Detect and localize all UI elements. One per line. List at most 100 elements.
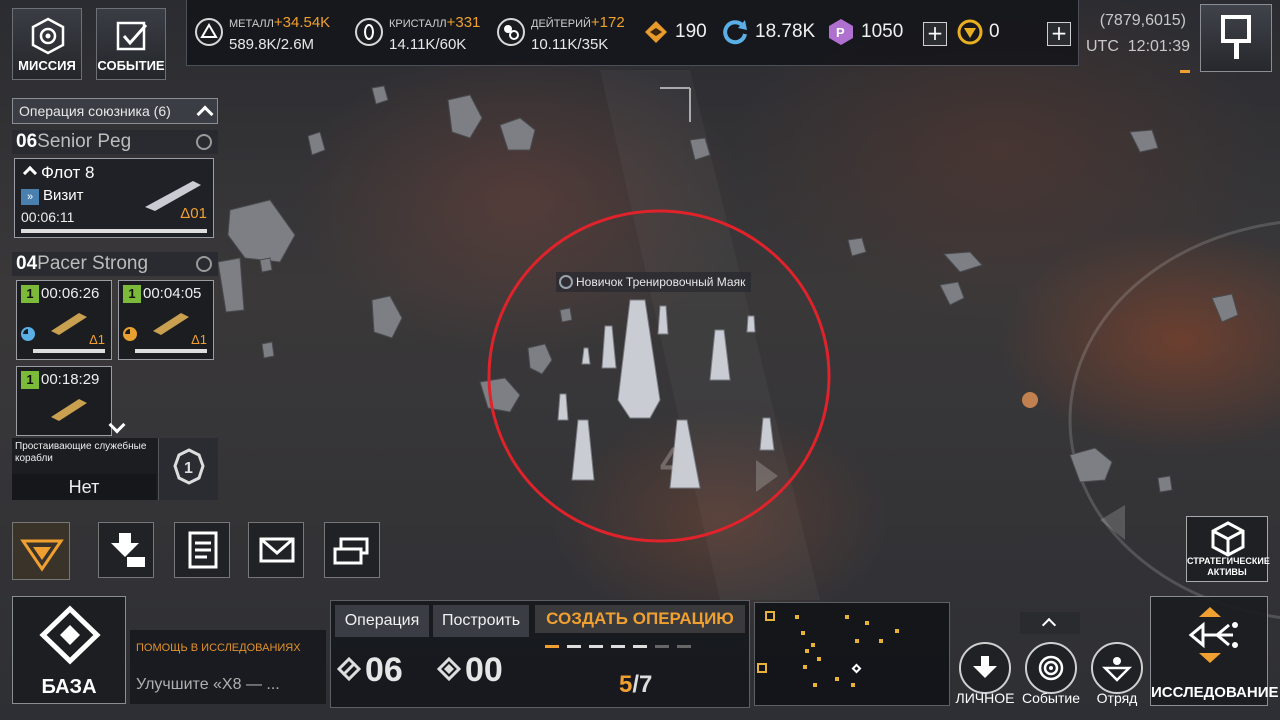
slot1-badge-icon: 1: [21, 285, 39, 304]
transfer-button[interactable]: [98, 522, 154, 578]
event-map-button[interactable]: Событие: [1018, 642, 1084, 706]
collapse-chevron-icon: [196, 105, 214, 123]
crystal-icon: [355, 18, 383, 46]
deuterium-income: +172: [590, 14, 625, 31]
event-button[interactable]: СОБЫТИЕ: [96, 8, 166, 80]
beacon-icon: [559, 275, 573, 289]
slot2-pie-icon: [123, 327, 137, 341]
premium-currency-icon: P: [829, 19, 853, 45]
personal-icon: [973, 656, 997, 678]
energy-value: 190: [675, 21, 707, 42]
fleet-level: Δ01: [180, 205, 207, 222]
expand-menu-chevron-icon[interactable]: [1020, 612, 1080, 634]
orbit-arrow: [1100, 505, 1125, 540]
add-premium-button[interactable]: +: [923, 22, 947, 46]
mission-icon: [31, 17, 65, 55]
minimap-player-marker-icon: [851, 663, 862, 674]
chat-button[interactable]: [324, 522, 380, 578]
base-icon: [39, 605, 101, 665]
base-button[interactable]: БАЗА: [12, 596, 126, 704]
slot2-progress: [135, 349, 207, 353]
beacon-level-ghost: 4: [660, 440, 683, 484]
squad-label: Отряд: [1096, 690, 1138, 706]
currency-energy[interactable]: 190: [643, 18, 707, 46]
ally-player-2[interactable]: 04Pacer Strong: [12, 252, 218, 276]
squad-icon: [1101, 657, 1133, 682]
currency-premium[interactable]: P 1050: [827, 18, 903, 46]
token-value: 0: [989, 21, 1000, 42]
add-token-button[interactable]: +: [1047, 22, 1071, 46]
alliance-emblem-button[interactable]: [12, 522, 70, 580]
player1-select-radio[interactable]: [196, 134, 212, 150]
idle-ships-value: Нет: [12, 474, 156, 500]
beacon-name: Новичок Тренировочный Маяк: [576, 275, 746, 289]
ally-player-1[interactable]: 06Senior Peg: [12, 130, 218, 154]
cycle-value: 18.78K: [755, 21, 816, 42]
research-button[interactable]: ИССЛЕДОВАНИЕ: [1150, 596, 1279, 706]
slot1-level: Δ1: [89, 332, 105, 347]
operation-progress: 5/7: [619, 671, 652, 699]
report-icon: [188, 531, 218, 569]
idle-ships-panel[interactable]: Простаивающие служебные корабли Нет 1: [12, 438, 218, 500]
visit-icon: »: [21, 189, 39, 205]
build-tab[interactable]: Построить: [433, 605, 529, 637]
fleet-name: Флот 8: [41, 163, 95, 182]
research-help-body: Улучшите «X8 — ...: [136, 676, 280, 693]
mail-icon: [259, 537, 295, 563]
research-help-title: ПОМОЩЬ В ИССЛЕДОВАНИЯХ: [136, 642, 301, 654]
slot1-ship-icon: [51, 313, 87, 335]
resource-metal[interactable]: МЕТАЛЛ+34.54K 589.8K/2.6M: [195, 8, 355, 58]
operation-tab[interactable]: Операция: [335, 605, 429, 637]
mission-button[interactable]: МИССИЯ: [12, 8, 82, 80]
energy-icon: [645, 21, 667, 43]
metal-name: МЕТАЛЛ: [229, 18, 274, 30]
research-icon: [1188, 607, 1238, 663]
coordinates-display[interactable]: (7879,6015) UTC 12:01:39: [1086, 8, 1190, 60]
player1-rank: 06: [16, 131, 38, 152]
fleet-slot-1[interactable]: 1 00:06:26 Δ1: [16, 280, 112, 360]
resource-deuterium[interactable]: ДЕЙТЕРИЙ+172 10.11K/35K: [497, 8, 647, 58]
coords-value: (7879,6015): [1099, 12, 1186, 29]
fleet-card[interactable]: Флот 8 » Визит 00:06:11 Δ01: [14, 158, 214, 238]
idle-ships-label: Простаивающие служебные корабли: [15, 441, 147, 464]
reports-button[interactable]: [174, 522, 230, 578]
event-label: СОБЫТИЕ: [97, 58, 165, 73]
slot2-level: Δ1: [191, 332, 207, 347]
squad-button[interactable]: Отряд: [1086, 642, 1148, 706]
crystal-income: +331: [446, 14, 481, 31]
gear-badge-icon: 1: [173, 448, 205, 485]
resource-crystal[interactable]: КРИСТАЛЛ+331 14.11K/60K: [355, 8, 495, 58]
vortex-icon: [1038, 655, 1064, 681]
player2-select-radio[interactable]: [196, 256, 212, 272]
ally-operations-header[interactable]: Операция союзника (6): [12, 98, 218, 124]
strategic-assets-button[interactable]: СТРАТЕГИЧЕСКИЕ АКТИВЫ: [1186, 516, 1270, 582]
currency-cycle[interactable]: 18.78K: [721, 18, 815, 46]
cycle-icon: [723, 20, 747, 45]
beacon-label[interactable]: Новичок Тренировочный Маяк: [556, 272, 752, 292]
svg-text:P: P: [836, 25, 845, 40]
svg-text:1: 1: [184, 460, 193, 477]
slot1-pie-icon: [21, 327, 35, 341]
coords-accent: [1180, 70, 1190, 73]
personal-button[interactable]: ЛИЧНОЕ: [954, 642, 1016, 706]
create-operation-button[interactable]: СОЗДАТЬ ОПЕРАЦИЮ: [535, 605, 745, 633]
mail-button[interactable]: [248, 522, 304, 578]
currency-token[interactable]: 0: [957, 18, 1000, 46]
map-button[interactable]: [1200, 4, 1272, 72]
slot1-progress: [33, 349, 105, 353]
slot2-timer: 00:04:05: [143, 285, 202, 302]
idle-ships-icon-button[interactable]: 1: [158, 438, 218, 500]
metal-amount: 589.8K/2.6M: [229, 36, 315, 53]
fleet-timer: 00:06:11: [21, 209, 75, 225]
fleet-up-icon: [22, 165, 38, 181]
fleet-slot-2[interactable]: 1 00:04:05 Δ1: [118, 280, 214, 360]
player1-name: Senior Peg: [37, 131, 132, 152]
fleet-slot-3[interactable]: 1 00:18:29: [16, 366, 126, 436]
crystal-name: КРИСТАЛЛ: [389, 18, 447, 30]
slot1-timer: 00:06:26: [41, 285, 100, 302]
resource-bar: МЕТАЛЛ+34.54K 589.8K/2.6M КРИСТАЛЛ+331 1…: [186, 0, 1079, 66]
utc-label: UTC: [1086, 38, 1119, 55]
minimap[interactable]: [754, 602, 950, 706]
research-help-panel[interactable]: ПОМОЩЬ В ИССЛЕДОВАНИЯХ Улучшите «X8 — ..…: [130, 630, 326, 704]
fleet-action: Визит: [43, 187, 84, 204]
